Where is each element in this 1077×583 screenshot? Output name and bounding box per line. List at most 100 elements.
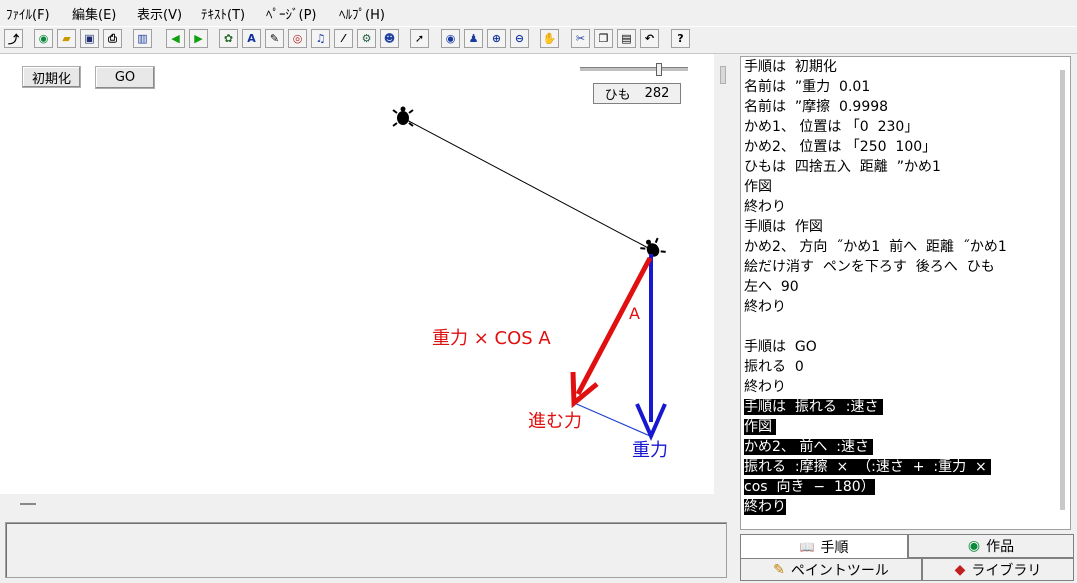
code-line-text: 手順は 初期化 xyxy=(744,59,837,75)
code-line-text: 絵だけ消す ペンを下ろす 後ろへ ひも xyxy=(744,259,995,275)
pointer-icon[interactable]: ➚ xyxy=(410,29,429,48)
tab-works-label: 作品 xyxy=(986,539,1015,555)
code-line: かめ1、 位置は 「0 230」 xyxy=(744,117,918,137)
code-line-text: 終わり xyxy=(744,379,786,395)
globe-icon: ◉ xyxy=(967,538,981,554)
label-advance: 進む力 xyxy=(528,411,582,432)
code-line: 手順は 初期化 xyxy=(744,57,837,77)
text-tool-icon[interactable]: A xyxy=(242,29,261,48)
turtle-1[interactable] xyxy=(392,106,414,127)
code-line-text: かめ2、 前へ :速さ xyxy=(744,439,874,455)
code-line-text: 手順は 振れる :速さ xyxy=(744,399,883,415)
tab-works[interactable]: ◉ 作品 xyxy=(908,534,1074,558)
code-line-text: 振れる 0 xyxy=(744,359,804,375)
view-icon[interactable]: ◉ xyxy=(441,29,460,48)
code-line: かめ2、 方向 ˝かめ1 前へ 距離 ˝かめ1 xyxy=(744,237,1007,257)
toolbar: ⤴ ◉ ▰ ▣ ⎙ ▥ ◀ ▶ ✿ A ✎ ◎ ♫ ⁄ ⚙ ☻ ➚ ◉ ♟ ⊕ … xyxy=(0,26,1077,54)
message-area xyxy=(5,522,727,578)
string-line xyxy=(402,117,653,251)
eye-tool-icon[interactable]: ◎ xyxy=(288,29,307,48)
menu-edit[interactable]: 編集(E) xyxy=(72,4,116,23)
menu-view[interactable]: 表示(V) xyxy=(137,4,182,23)
code-line: 振れる 0 xyxy=(744,357,804,377)
code-line: 手順は 作図 xyxy=(744,217,823,237)
string-slider-thumb[interactable] xyxy=(655,63,662,76)
brush-icon[interactable]: ⁄ xyxy=(334,29,353,48)
string-length-display: ひも 282 xyxy=(593,83,681,104)
tab-paint-tool[interactable]: ✎ ペイントツール xyxy=(740,558,922,581)
back-icon[interactable]: ⤴ xyxy=(4,29,23,48)
code-line-text: かめ1、 位置は 「0 230」 xyxy=(744,119,919,135)
code-line-text: 終わり xyxy=(744,299,786,315)
label-gravity: 重力 xyxy=(632,440,668,461)
save-icon[interactable]: ▣ xyxy=(80,29,99,48)
code-line-text: 終わり xyxy=(744,199,786,215)
code-line-text: 名前は ”摩擦 0.9998 xyxy=(744,99,889,115)
code-line: cos 向き − 180） xyxy=(744,477,875,497)
zoom-out-icon[interactable]: ⊖ xyxy=(510,29,529,48)
music-icon[interactable]: ♫ xyxy=(311,29,330,48)
paste-icon[interactable]: ▤ xyxy=(617,29,636,48)
code-line: 振れる :摩擦 × （:速さ + :重力 × xyxy=(744,457,992,477)
code-line: 名前は ”摩擦 0.9998 xyxy=(744,97,888,117)
code-line-text: ひもは 四捨五入 距離 ”かめ1 xyxy=(744,159,941,175)
menu-help[interactable]: ﾍﾙﾌﾟ(H) xyxy=(339,4,385,23)
zoom-in-icon[interactable]: ⊕ xyxy=(487,29,506,48)
code-line: 終わり xyxy=(744,497,786,517)
menu-text[interactable]: ﾃｷｽﾄ(T) xyxy=(201,4,245,23)
procedure-editor[interactable]: 手順は 初期化名前は ”重力 0.01 名前は ”摩擦 0.9998 かめ1、 位置… xyxy=(740,56,1071,530)
splitter-handle[interactable] xyxy=(20,503,36,505)
code-line: かめ2、 前へ :速さ xyxy=(744,437,874,457)
gravity-cos-vector xyxy=(575,256,653,396)
code-line: 名前は ”重力 0.01 xyxy=(744,77,870,97)
code-line: 手順は GO xyxy=(744,337,817,357)
tab-library[interactable]: ◆ ライブラリ xyxy=(922,558,1074,581)
code-line-text: 手順は 作図 xyxy=(744,219,823,235)
globe-icon[interactable]: ◉ xyxy=(34,29,53,48)
code-line: 終わり xyxy=(744,377,786,397)
menu-bar: ﾌｧｲﾙ(F) 編集(E) 表示(V) ﾃｷｽﾄ(T) ﾍﾟｰｼﾞ(P) ﾍﾙﾌ… xyxy=(0,0,1077,24)
code-line-text: 振れる :摩擦 × （:速さ + :重力 × xyxy=(744,459,992,475)
camera-icon[interactable]: ⚙ xyxy=(357,29,376,48)
code-line: ひもは 四捨五入 距離 ”かめ1 xyxy=(744,157,941,177)
tab-procedure-label: 手順 xyxy=(820,539,849,556)
code-line: 終わり xyxy=(744,297,786,317)
init-button[interactable]: 初期化 xyxy=(22,66,81,88)
brush-icon: ✎ xyxy=(773,561,785,578)
string-slider[interactable] xyxy=(580,67,688,71)
arrow-right-icon[interactable]: ▶ xyxy=(189,29,208,48)
code-line-text: かめ2、 位置は 「250 100」 xyxy=(744,139,937,155)
code-line-text: 名前は ”重力 0.01 xyxy=(744,79,871,95)
canvas-scroll-handle[interactable] xyxy=(720,66,726,84)
code-line-text: cos 向き − 180） xyxy=(744,479,875,495)
code-line-text: 作図 xyxy=(744,419,777,435)
stamp-icon[interactable]: ♟ xyxy=(464,29,483,48)
open-folder-icon[interactable]: ▰ xyxy=(57,29,76,48)
string-value: 282 xyxy=(644,86,670,101)
tab-procedure[interactable]: 📖 手順 xyxy=(740,534,908,558)
menu-page[interactable]: ﾍﾟｰｼﾞ(P) xyxy=(266,4,316,23)
menu-file[interactable]: ﾌｧｲﾙ(F) xyxy=(6,4,50,23)
code-line-text: 左へ 90 xyxy=(744,279,799,295)
help-icon[interactable]: ? xyxy=(671,29,690,48)
library-icon: ◆ xyxy=(954,561,966,578)
code-line: 手順は 振れる :速さ xyxy=(744,397,883,417)
robot-icon[interactable]: ☻ xyxy=(380,29,399,48)
drawing-canvas[interactable]: 重力 × COS A A 進む力 重力 xyxy=(0,54,714,494)
string-label: ひも xyxy=(604,88,631,103)
turtle-icon[interactable]: ✿ xyxy=(219,29,238,48)
cut-icon[interactable]: ✂ xyxy=(571,29,590,48)
book-icon: 📖 xyxy=(799,539,815,554)
pen-tool-icon[interactable]: ✎ xyxy=(265,29,284,48)
copy-icon[interactable]: ❐ xyxy=(594,29,613,48)
undo-icon[interactable]: ↶ xyxy=(640,29,659,48)
arrow-left-icon[interactable]: ◀ xyxy=(166,29,185,48)
label-angle: A xyxy=(629,304,640,323)
book-icon[interactable]: ▥ xyxy=(133,29,152,48)
stop-icon[interactable]: ✋ xyxy=(540,29,559,48)
canvas-drawing: 重力 × COS A A 進む力 重力 xyxy=(392,106,668,461)
editor-scrollbar[interactable] xyxy=(1060,70,1065,510)
print-icon[interactable]: ⎙ xyxy=(103,29,122,48)
code-line: 絵だけ消す ペンを下ろす 後ろへ ひも xyxy=(744,257,995,277)
go-button[interactable]: GO xyxy=(95,66,155,89)
